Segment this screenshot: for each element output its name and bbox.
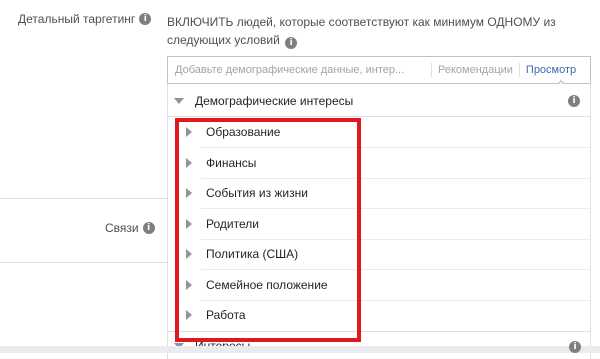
browse-link[interactable]: Просмотр xyxy=(526,64,576,76)
info-icon[interactable]: i xyxy=(568,95,580,107)
targeting-description-text: ВКЛЮЧИТЬ людей, которые соответствуют ка… xyxy=(167,15,556,47)
recommendations-link[interactable]: Рекомендации xyxy=(438,64,513,76)
detailed-targeting-label: Детальный таргетинг i xyxy=(18,12,152,26)
targeting-description: ВКЛЮЧИТЬ людей, которые соответствуют ка… xyxy=(167,13,587,49)
detailed-targeting-text: Детальный таргетинг xyxy=(18,12,136,26)
section-divider xyxy=(0,262,167,263)
collapse-triangle-icon xyxy=(174,98,184,104)
category-label: Демографические интересы xyxy=(195,94,354,108)
info-icon[interactable]: i xyxy=(139,13,152,25)
info-icon[interactable]: i xyxy=(285,37,298,49)
connections-label: Связи i xyxy=(105,221,155,235)
targeting-search-box[interactable]: Добавьте демографические данные, интер..… xyxy=(167,56,591,84)
search-input[interactable]: Добавьте демографические данные, интер..… xyxy=(168,64,425,76)
divider xyxy=(518,63,520,77)
section-divider xyxy=(0,198,167,199)
page-bottom-strip xyxy=(0,346,600,353)
highlight-box xyxy=(175,118,361,342)
info-icon[interactable]: i xyxy=(142,222,155,234)
connections-text: Связи xyxy=(105,221,139,235)
category-demographic-interests[interactable]: Демографические интересы i xyxy=(168,86,590,116)
info-icon[interactable]: i xyxy=(569,341,581,353)
divider xyxy=(431,63,432,77)
